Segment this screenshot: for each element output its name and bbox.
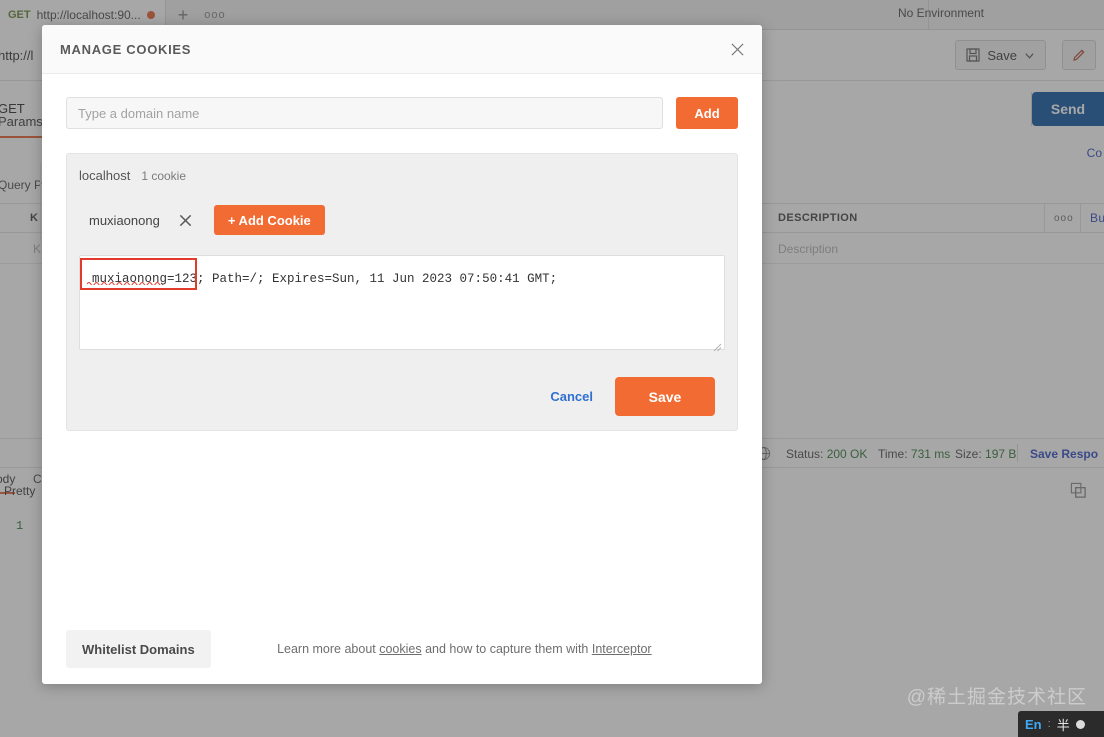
ime-status-bar[interactable]: En : 半 xyxy=(1018,711,1104,737)
ime-language-label[interactable]: En xyxy=(1025,717,1042,732)
cookies-doc-link[interactable]: cookies xyxy=(379,642,421,656)
modal-footer: Whitelist Domains Learn more about cooki… xyxy=(42,614,762,684)
ime-separator: : xyxy=(1047,718,1051,730)
footer-note: Learn more about cookies and how to capt… xyxy=(191,642,738,656)
add-domain-button[interactable]: Add xyxy=(676,97,738,129)
footer-note-middle: and how to capture them with xyxy=(421,642,592,656)
cancel-button[interactable]: Cancel xyxy=(538,383,605,410)
cookie-editor-wrapper xyxy=(79,255,725,355)
close-button[interactable] xyxy=(726,38,748,60)
manage-cookies-modal: MANAGE COOKIES Add localhost 1 cookie xyxy=(42,25,762,684)
app-root: GET http://localhost:90... + ooo No Envi… xyxy=(0,0,1104,737)
save-cookie-button[interactable]: Save xyxy=(615,377,715,416)
cookie-domain-panel: localhost 1 cookie muxiaonong + Add Cook… xyxy=(66,153,738,431)
close-icon xyxy=(730,42,744,56)
panel-cookie-count: 1 cookie xyxy=(141,169,187,183)
domain-name-input[interactable] xyxy=(66,97,663,129)
cookie-chip-row: muxiaonong + Add Cookie xyxy=(79,205,725,235)
ime-dot-icon[interactable] xyxy=(1075,719,1085,729)
add-domain-row: Add xyxy=(66,74,738,129)
remove-cookie-button[interactable] xyxy=(176,210,196,230)
modal-action-row: Cancel Save xyxy=(79,377,725,416)
modal-body: Add localhost 1 cookie muxiaonong + Add xyxy=(42,74,762,684)
cookie-value-textarea[interactable] xyxy=(79,255,725,350)
footer-note-prefix: Learn more about xyxy=(277,642,380,656)
add-cookie-button[interactable]: + Add Cookie xyxy=(213,205,325,235)
whitelist-domains-button[interactable]: Whitelist Domains xyxy=(66,630,211,668)
panel-domain-label: localhost xyxy=(79,168,131,183)
cookie-name-label[interactable]: muxiaonong xyxy=(89,213,160,228)
ime-width-label[interactable]: 半 xyxy=(1057,715,1070,734)
modal-title: MANAGE COOKIES xyxy=(60,41,192,57)
panel-header: localhost 1 cookie xyxy=(79,168,725,183)
close-icon xyxy=(180,214,192,226)
interceptor-doc-link[interactable]: Interceptor xyxy=(592,642,652,656)
modal-header: MANAGE COOKIES xyxy=(42,25,762,74)
